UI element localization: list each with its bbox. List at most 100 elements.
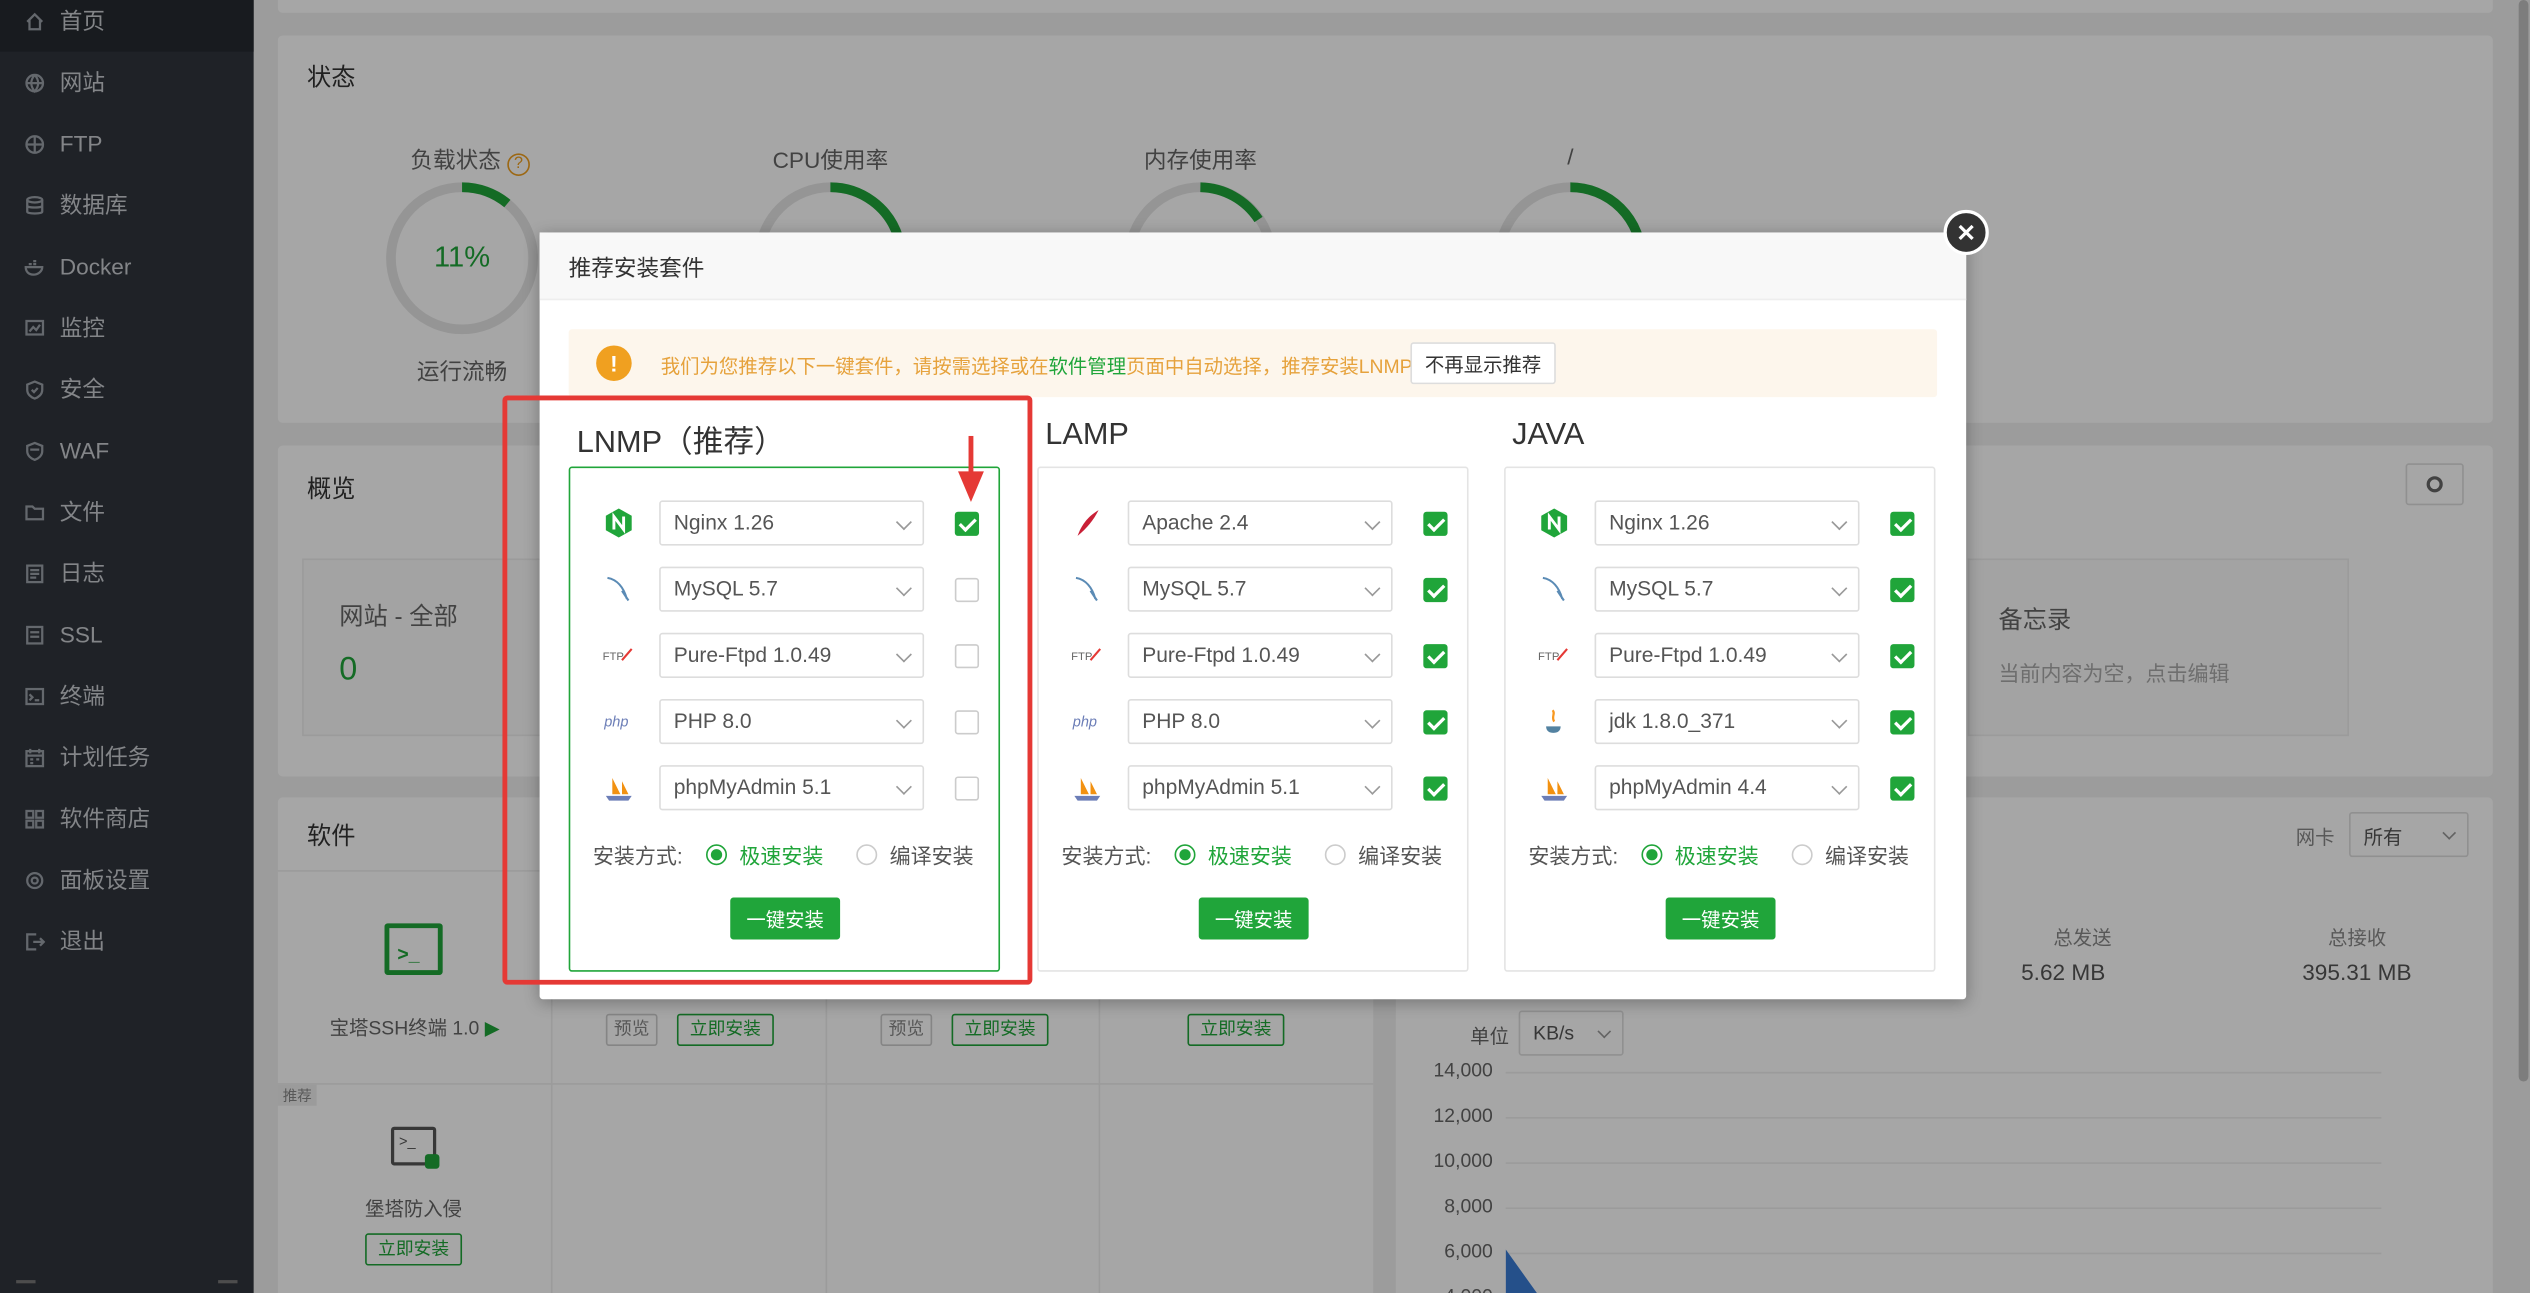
- version-select[interactable]: MySQL 5.7: [1127, 566, 1393, 612]
- select-checkbox[interactable]: [954, 511, 980, 536]
- svg-text:php: php: [603, 714, 628, 730]
- chevron-down-icon: [1831, 646, 1848, 663]
- apache-icon: [1071, 507, 1103, 539]
- select-checkbox[interactable]: [1423, 710, 1448, 735]
- version-select[interactable]: MySQL 5.7: [1594, 566, 1860, 612]
- version-select[interactable]: phpMyAdmin 4.4: [1594, 765, 1860, 811]
- compile-install-label[interactable]: 编译安装: [890, 839, 974, 870]
- fast-install-label[interactable]: 极速安装: [739, 839, 823, 870]
- compile-install-label[interactable]: 编译安装: [1825, 839, 1909, 870]
- version-select[interactable]: MySQL 5.7: [659, 566, 925, 612]
- no-show-button[interactable]: 不再显示推荐: [1410, 342, 1556, 385]
- fast-install-radio[interactable]: [1640, 843, 1662, 865]
- chevron-down-icon: [1831, 580, 1848, 597]
- suite-title: LAMP: [1045, 418, 1129, 452]
- select-checkbox[interactable]: [954, 710, 980, 735]
- close-button[interactable]: [1943, 209, 1989, 256]
- select-checkbox[interactable]: [1423, 577, 1448, 603]
- ftp-logo-icon: FTP: [603, 639, 635, 671]
- select-checkbox[interactable]: [1890, 644, 1915, 669]
- chevron-down-icon: [1831, 712, 1848, 729]
- svg-text:FTP: FTP: [603, 651, 624, 663]
- fast-install-radio[interactable]: [705, 843, 727, 865]
- svg-text:FTP: FTP: [1071, 651, 1092, 663]
- chevron-down-icon: [895, 514, 912, 531]
- suite-row: phpMyAdmin 5.1: [593, 765, 981, 811]
- mysql-icon: [1071, 573, 1103, 605]
- chevron-down-icon: [1831, 514, 1848, 531]
- recommend-modal: 推荐安装套件 ! 我们为您推荐以下一键套件，请按需选择或在软件管理页面中自动选择…: [539, 232, 1967, 1000]
- select-checkbox[interactable]: [1423, 511, 1448, 536]
- method-label: 安装方式:: [1061, 843, 1152, 868]
- compile-install-radio[interactable]: [1324, 843, 1346, 865]
- compile-install-radio[interactable]: [1791, 843, 1813, 865]
- php-icon: php: [603, 705, 635, 737]
- software-manage-link[interactable]: 软件管理: [1049, 355, 1127, 378]
- chevron-down-icon: [895, 646, 912, 663]
- suite-row: Nginx 1.26: [593, 500, 981, 546]
- version-select[interactable]: PHP 8.0: [1127, 698, 1393, 745]
- version-select[interactable]: PHP 8.0: [659, 698, 925, 745]
- select-checkbox[interactable]: [954, 776, 980, 801]
- version-select[interactable]: Pure-Ftpd 1.0.49: [1127, 632, 1393, 678]
- phpmyadmin-icon: [1538, 772, 1570, 804]
- php-icon: php: [1071, 705, 1103, 737]
- mysql-icon: [603, 573, 635, 605]
- svg-text:FTP: FTP: [1538, 651, 1559, 663]
- suite-row: FTP Pure-Ftpd 1.0.49: [1061, 632, 1449, 678]
- arrow-icon: [958, 435, 984, 503]
- version-select[interactable]: Apache 2.4: [1127, 500, 1393, 546]
- ftp-logo-icon: FTP: [1071, 639, 1103, 671]
- suite-row: FTP Pure-Ftpd 1.0.49: [593, 632, 981, 678]
- install-method: 安装方式: 极速安装 编译安装: [1528, 838, 1909, 870]
- version-select[interactable]: Pure-Ftpd 1.0.49: [1594, 632, 1860, 678]
- compile-install-radio[interactable]: [855, 843, 877, 865]
- suite-row: phpMyAdmin 4.4: [1528, 765, 1916, 811]
- suite-row: MySQL 5.7: [1061, 566, 1449, 612]
- fast-install-label[interactable]: 极速安装: [1675, 839, 1759, 870]
- select-checkbox[interactable]: [954, 644, 980, 669]
- notice-text: 我们为您推荐以下一键套件，请按需选择或在软件管理页面中自动选择，推荐安装LNMP…: [660, 355, 1433, 378]
- version-select[interactable]: phpMyAdmin 5.1: [659, 765, 925, 811]
- compile-install-label[interactable]: 编译安装: [1358, 839, 1442, 870]
- app-stage: 首页 网站 FTP 数据库 Docker 监控 安全 WAF 文件 日志 SSL…: [0, 0, 2530, 1293]
- select-checkbox[interactable]: [1423, 644, 1448, 669]
- chevron-down-icon: [1364, 646, 1381, 663]
- version-select[interactable]: Pure-Ftpd 1.0.49: [659, 632, 925, 678]
- select-checkbox[interactable]: [1890, 776, 1915, 801]
- suite-title: JAVA: [1512, 418, 1585, 452]
- fast-install-label[interactable]: 极速安装: [1208, 839, 1292, 870]
- install-method: 安装方式: 极速安装 编译安装: [1061, 838, 1442, 870]
- fast-install-radio[interactable]: [1173, 843, 1195, 865]
- select-checkbox[interactable]: [1890, 511, 1915, 536]
- modal-title: 推荐安装套件: [568, 255, 705, 281]
- select-checkbox[interactable]: [1890, 710, 1915, 735]
- method-label: 安装方式:: [592, 843, 683, 868]
- one-click-install-button[interactable]: 一键安装: [730, 897, 841, 940]
- install-method: 安装方式: 极速安装 编译安装: [593, 838, 974, 870]
- select-checkbox[interactable]: [1423, 776, 1448, 801]
- mysql-icon: [1538, 573, 1570, 605]
- svg-text:php: php: [1072, 714, 1097, 730]
- one-click-install-button[interactable]: 一键安装: [1198, 897, 1309, 940]
- suite-row: MySQL 5.7: [1528, 566, 1916, 612]
- version-select[interactable]: Nginx 1.26: [1594, 500, 1860, 546]
- version-select[interactable]: Nginx 1.26: [659, 500, 925, 546]
- chevron-down-icon: [1364, 712, 1381, 729]
- suite-row: php PHP 8.0: [593, 698, 981, 745]
- select-checkbox[interactable]: [954, 577, 980, 603]
- phpmyadmin-icon: [603, 772, 635, 804]
- version-select[interactable]: jdk 1.8.0_371: [1594, 698, 1860, 745]
- chevron-down-icon: [895, 580, 912, 597]
- modal-header: 推荐安装套件: [539, 232, 1967, 301]
- method-label: 安装方式:: [1528, 843, 1619, 868]
- chevron-down-icon: [1364, 514, 1381, 531]
- suite-row: Nginx 1.26: [1528, 500, 1916, 546]
- one-click-install-button[interactable]: 一键安装: [1665, 897, 1776, 940]
- select-checkbox[interactable]: [1890, 577, 1915, 603]
- nginx-icon: [603, 507, 635, 539]
- suite-row: MySQL 5.7: [593, 566, 981, 612]
- warning-icon: !: [596, 345, 632, 381]
- suite-panel: Nginx 1.26 MySQL 5.7 FTP Pure-Ftpd 1.0.49 ph…: [568, 466, 1001, 972]
- version-select[interactable]: phpMyAdmin 5.1: [1127, 765, 1393, 811]
